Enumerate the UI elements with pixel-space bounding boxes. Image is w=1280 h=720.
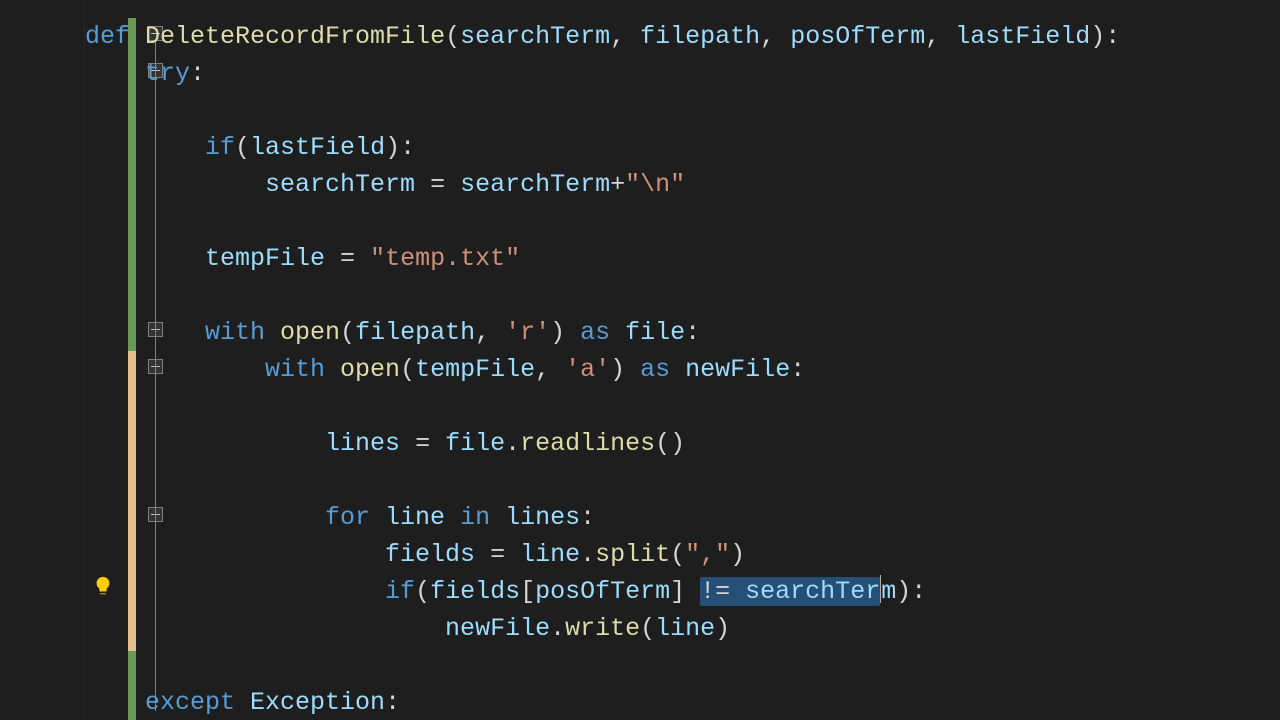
code-line: if(lastField):: [85, 129, 415, 166]
code-line: newFile.write(line): [85, 610, 730, 647]
code-line: searchTerm = searchTerm+"\n": [85, 166, 685, 203]
text-caret: [880, 575, 881, 603]
code-line: except Exception:: [85, 684, 400, 720]
code-line: lines = file.readlines(): [85, 425, 685, 462]
text-selection: != searchTer: [700, 577, 880, 606]
code-line: tempFile = "temp.txt": [85, 240, 520, 277]
code-line: def DeleteRecordFromFile(searchTerm, fil…: [85, 18, 1120, 55]
code-line: try:: [85, 55, 205, 92]
code-line: with open(tempFile, 'a') as newFile:: [85, 351, 805, 388]
code-line: for line in lines:: [85, 499, 595, 536]
code-line: if(fields[posOfTerm] != searchTerm):: [85, 573, 926, 610]
code-line: fields = line.split(","): [85, 536, 745, 573]
code-line: with open(filepath, 'r') as file:: [85, 314, 700, 351]
code-editor[interactable]: def DeleteRecordFromFile(searchTerm, fil…: [0, 0, 1280, 720]
gutter: [0, 0, 85, 720]
code-text-area[interactable]: def DeleteRecordFromFile(searchTerm, fil…: [85, 0, 1280, 720]
